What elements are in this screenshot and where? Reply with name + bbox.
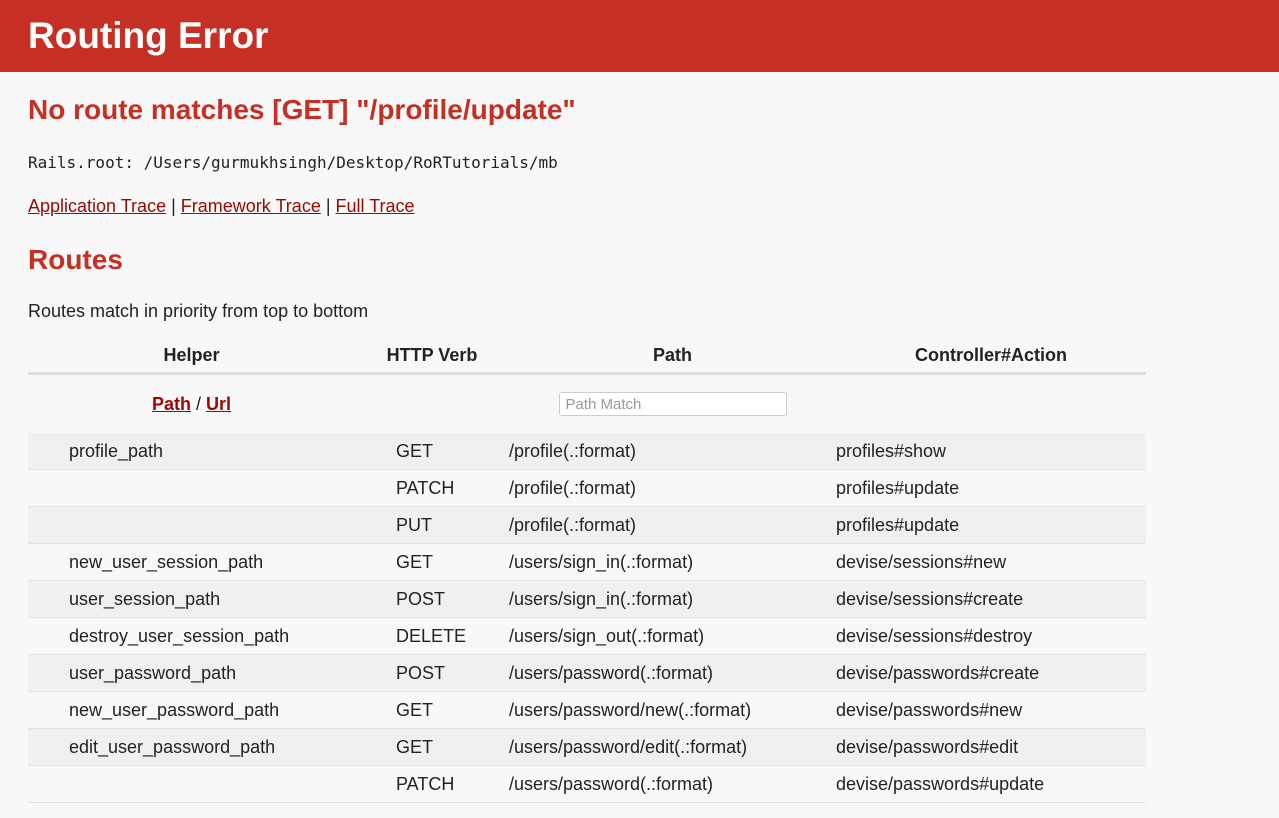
page-title: Routing Error (28, 15, 269, 56)
route-helper: new_user_password_path (28, 691, 355, 729)
trace-separator: | (325, 196, 331, 216)
route-row: PATCH/users/password(.:format) devise/pas… (28, 765, 1146, 803)
route-row: user_session_path POST/users/sign_in(.:fo… (28, 580, 1146, 618)
route-action: profiles#update (836, 506, 1146, 544)
routes-filter-row: Path / Url (28, 374, 1146, 434)
route-helper: user_session_path (28, 580, 355, 618)
route-action: devise/passwords#create (836, 654, 1146, 692)
route-row: new_user_password_path GET/users/password… (28, 691, 1146, 729)
route-action: devise/sessions#new (836, 543, 1146, 581)
route-verb: GET (355, 728, 509, 766)
column-header-path: Path (509, 338, 836, 375)
route-path: /users/sign_in(.:format) (509, 580, 836, 618)
url-toggle-link[interactable]: Url (206, 394, 231, 414)
route-helper (28, 765, 355, 803)
route-path: /users/password(.:format) (509, 654, 836, 692)
route-helper: destroy_user_session_path (28, 617, 355, 655)
route-action: devise/passwords#update (836, 765, 1146, 803)
trace-separator: | (171, 196, 176, 216)
route-verb: PUT (355, 506, 509, 544)
route-verb: PATCH (355, 469, 509, 507)
helper-toggle: Path / Url (28, 374, 355, 434)
route-path: /users/password(.:format) (509, 765, 836, 803)
route-verb: GET (355, 691, 509, 729)
route-path: /users/password/edit(.:format) (509, 728, 836, 766)
route-helper: user_password_path (28, 654, 355, 692)
full-trace-link[interactable]: Full Trace (336, 196, 415, 216)
route-path: /profile(.:format) (509, 506, 836, 544)
route-helper: edit_user_password_path (28, 728, 355, 766)
page-header: Routing Error (0, 0, 1279, 72)
column-header-verb: HTTP Verb (355, 338, 509, 375)
routes-description: Routes match in priority from top to bot… (28, 301, 369, 321)
route-action: devise/sessions#destroy (836, 617, 1146, 655)
route-action: devise/passwords#new (836, 691, 1146, 729)
route-helper: new_user_session_path (28, 543, 355, 581)
route-helper (28, 506, 355, 544)
route-path: /profile(.:format) (509, 433, 836, 470)
route-action: profiles#update (836, 469, 1146, 507)
route-row: new_user_session_path GET/users/sign_in(.… (28, 543, 1146, 581)
route-helper (28, 469, 355, 507)
rails-root-path: Rails.root: /Users/gurmukhsingh/Desktop/… (28, 153, 558, 172)
route-verb: GET (355, 543, 509, 581)
route-verb: GET (355, 433, 509, 470)
column-header-action: Controller#Action (836, 338, 1146, 375)
route-row: PATCH/profile(.:format) profiles#update (28, 469, 1146, 507)
column-header-helper: Helper (28, 338, 355, 375)
error-message: No route matches [GET] "/profile/update" (28, 94, 576, 125)
route-row: PUT/profile(.:format) profiles#update (28, 506, 1146, 544)
route-action: profiles#show (836, 433, 1146, 470)
route-verb: PATCH (355, 765, 509, 803)
routes-list: profile_path GET/profile(.:format) profile… (28, 433, 1146, 803)
routes-table: Helper HTTP Verb Path Controller#Action … (28, 338, 1146, 803)
route-path: /profile(.:format) (509, 469, 836, 507)
route-verb: POST (355, 580, 509, 618)
route-action: devise/passwords#edit (836, 728, 1146, 766)
route-row: destroy_user_session_path DELETE/users/si… (28, 617, 1146, 655)
route-row: edit_user_password_path GET/users/passwor… (28, 728, 1146, 766)
route-action: devise/sessions#create (836, 580, 1146, 618)
trace-links: Application Trace | Framework Trace | Fu… (28, 195, 415, 217)
path-toggle-link[interactable]: Path (152, 394, 191, 414)
routes-header-row: Helper HTTP Verb Path Controller#Action (28, 338, 1146, 375)
route-path: /users/sign_out(.:format) (509, 617, 836, 655)
route-verb: POST (355, 654, 509, 692)
route-path: /users/sign_in(.:format) (509, 543, 836, 581)
route-helper: profile_path (28, 433, 355, 470)
application-trace-link[interactable]: Application Trace (28, 196, 166, 216)
route-path: /users/password/new(.:format) (509, 691, 836, 729)
route-row: user_password_path POST/users/password(.:… (28, 654, 1146, 692)
toggle-separator: / (195, 393, 201, 414)
path-match-input[interactable] (558, 392, 787, 416)
route-verb: DELETE (355, 617, 509, 655)
framework-trace-link[interactable]: Framework Trace (181, 196, 321, 216)
route-row: profile_path GET/profile(.:format) profile… (28, 433, 1146, 470)
routes-heading: Routes (28, 244, 123, 275)
